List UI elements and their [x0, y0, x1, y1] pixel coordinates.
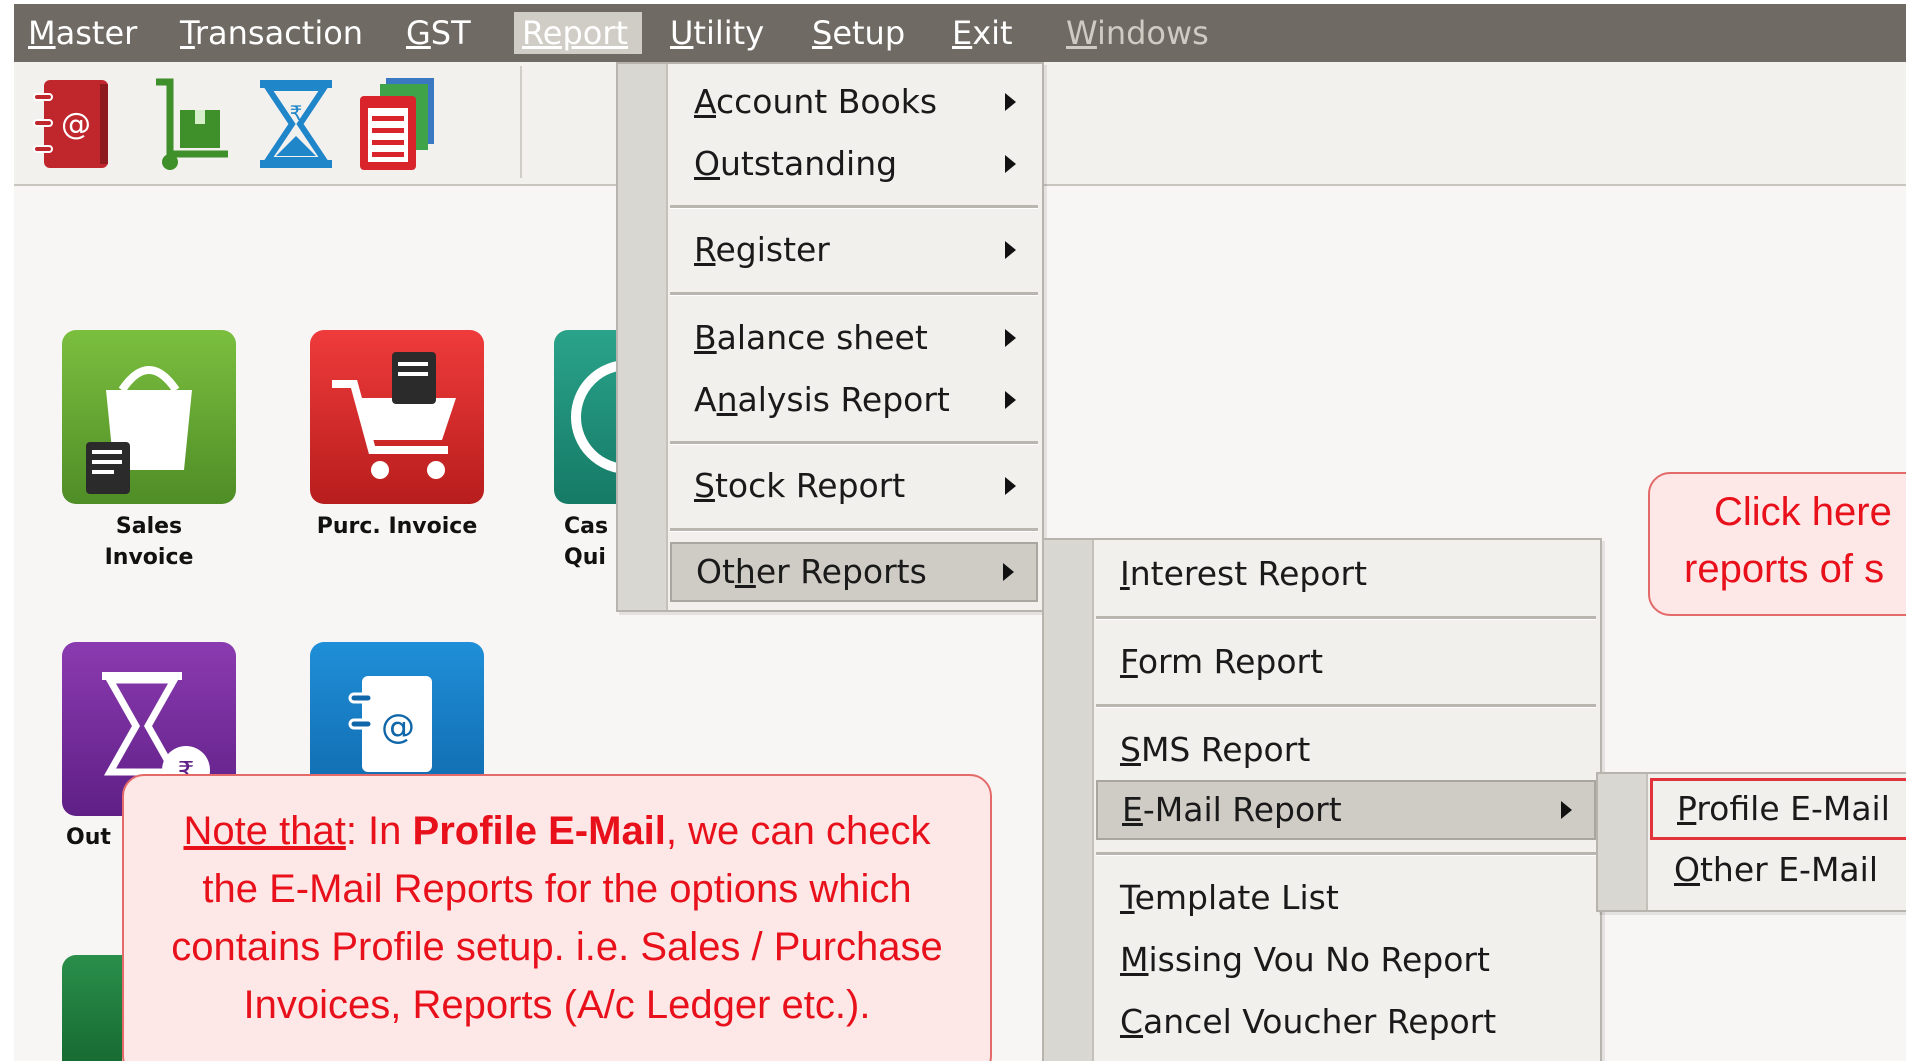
- purchase-invoice-tile[interactable]: [310, 330, 484, 504]
- sales-invoice-tile[interactable]: [62, 330, 236, 504]
- menu-separator: [670, 292, 1038, 296]
- menu-separator: [670, 205, 1038, 209]
- menu-master[interactable]: Master: [20, 12, 145, 54]
- submenu-arrow-icon: [1005, 329, 1016, 347]
- svg-text:@: @: [61, 107, 91, 142]
- note-line-1: Note that: In Profile E-Mail, we can che…: [183, 809, 931, 853]
- shopping-cart-icon: [332, 352, 456, 479]
- menu-gutter: [1598, 774, 1648, 910]
- delivery-trolley-icon[interactable]: [142, 74, 242, 174]
- menu-item-analysis-report[interactable]: Analysis Report: [670, 372, 1038, 428]
- menu-exit[interactable]: Exit: [944, 12, 1021, 54]
- submenu-arrow-icon: [1005, 477, 1016, 495]
- toolbar-separator: [520, 66, 522, 178]
- menu-separator: [1096, 852, 1596, 856]
- submenu-arrow-icon: [1005, 391, 1016, 409]
- submenu-arrow-icon: [1005, 93, 1016, 111]
- tile-label-sales: Sales Invoice: [104, 514, 194, 570]
- menu-windows[interactable]: Windows: [1058, 12, 1217, 54]
- tile-label-cash: Cas Qui: [564, 514, 609, 570]
- other-reports-submenu: Interest Report Form Report SMS Report E…: [1042, 538, 1602, 1061]
- menu-item-interest-report[interactable]: Interest Report: [1096, 546, 1596, 602]
- hourglass-rupee-icon[interactable]: ₹: [246, 74, 346, 174]
- clock-rupee-icon: [571, 360, 685, 474]
- tile-label-purchase: Purc. Invoice: [316, 514, 478, 539]
- menu-item-cancel-voucher-report[interactable]: Cancel Voucher Report: [1096, 994, 1596, 1050]
- submenu-arrow-icon: [1005, 155, 1016, 173]
- svg-text:₹: ₹: [290, 101, 303, 125]
- submenu-arrow-icon: [1005, 241, 1016, 259]
- menu-item-form-report[interactable]: Form Report: [1096, 634, 1596, 690]
- menu-bar: Master Transaction GST Report Utility Se…: [14, 4, 1906, 62]
- menu-item-balance-sheet[interactable]: Balance sheet: [670, 310, 1038, 366]
- click-here-callout: Click here reports of s: [1648, 472, 1906, 616]
- report-dropdown-menu: Account Books Outstanding Register Balan…: [616, 62, 1044, 612]
- menu-item-stock-report[interactable]: Stock Report: [670, 458, 1038, 514]
- menu-item-outstanding[interactable]: Outstanding: [670, 136, 1038, 192]
- note-callout: Note that: In Profile E-Mail, we can che…: [122, 774, 992, 1061]
- menu-item-sms-report[interactable]: SMS Report: [1096, 722, 1596, 778]
- menu-item-other-reports[interactable]: Other Reports: [670, 542, 1038, 602]
- menu-item-account-books[interactable]: Account Books: [670, 74, 1038, 130]
- shopping-bag-icon: [86, 366, 192, 494]
- menu-gutter: [618, 64, 668, 610]
- menu-gutter: [1044, 540, 1094, 1061]
- address-book-icon[interactable]: @: [26, 74, 126, 174]
- menu-item-register[interactable]: Register: [670, 222, 1038, 278]
- tile-label-outstanding: Out: [66, 825, 111, 850]
- documents-stack-icon[interactable]: [346, 74, 446, 174]
- menu-item-profile-email[interactable]: Profile E-Mail: [1650, 778, 1906, 840]
- menu-item-missing-vou-no-report[interactable]: Missing Vou No Report: [1096, 932, 1596, 988]
- menu-report[interactable]: Report: [514, 12, 642, 54]
- email-report-submenu: Profile E-Mail Other E-Mail: [1596, 772, 1906, 912]
- menu-gst[interactable]: GST: [398, 12, 479, 54]
- menu-separator: [1096, 704, 1596, 708]
- menu-item-template-list[interactable]: Template List: [1096, 870, 1596, 926]
- menu-separator: [670, 528, 1038, 532]
- cash-quick-tile[interactable]: [554, 330, 685, 504]
- ledger-tile[interactable]: [62, 955, 122, 1061]
- menu-utility[interactable]: Utility: [662, 12, 772, 54]
- menu-separator: [670, 441, 1038, 445]
- app-window: Master Transaction GST Report Utility Se…: [0, 0, 1906, 1061]
- submenu-arrow-icon: [1561, 801, 1572, 819]
- submenu-arrow-icon: [1003, 563, 1014, 581]
- svg-text:@: @: [381, 707, 415, 747]
- menu-setup[interactable]: Setup: [804, 12, 913, 54]
- menu-transaction[interactable]: Transaction: [172, 12, 371, 54]
- menu-separator: [1096, 616, 1596, 620]
- menu-item-email-report[interactable]: E-Mail Report: [1096, 780, 1596, 840]
- menu-item-other-email[interactable]: Other E-Mail: [1650, 842, 1906, 898]
